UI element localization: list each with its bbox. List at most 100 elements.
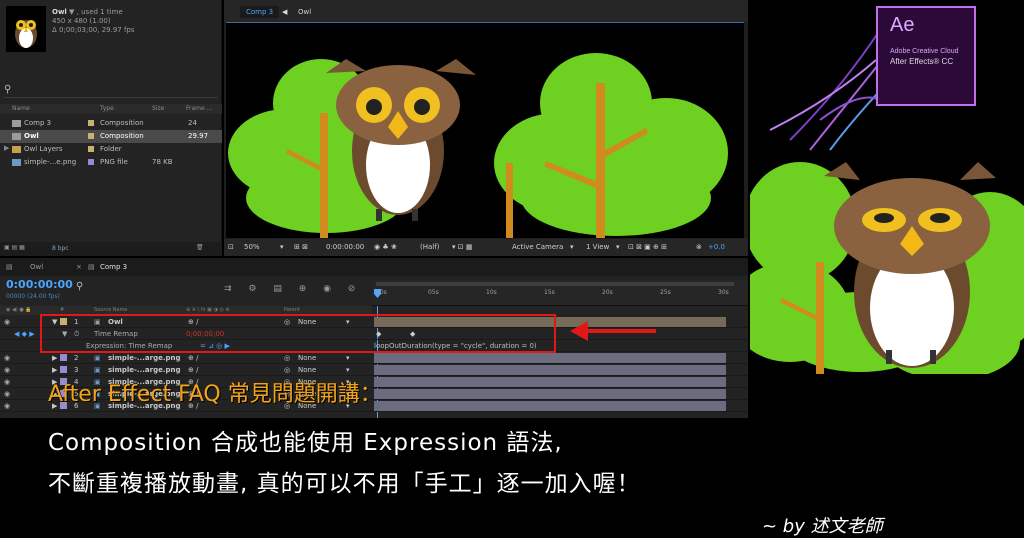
trash-icon[interactable]: 🗑 bbox=[196, 244, 204, 251]
ruler-tick: 10s bbox=[486, 289, 497, 296]
resolution-select[interactable]: (Half) bbox=[420, 243, 439, 251]
project-item-label: simple-...e.png bbox=[24, 158, 77, 166]
label-color-swatch[interactable] bbox=[88, 133, 94, 139]
project-item-owl[interactable]: Owl Composition 29.97 bbox=[0, 130, 222, 143]
time-ruler[interactable]: 00s 05s 10s 15s 20s 25s 30s bbox=[372, 280, 748, 306]
layer-duration-bar[interactable] bbox=[374, 353, 726, 363]
project-item-type: Folder bbox=[100, 145, 122, 153]
composition-canvas[interactable] bbox=[226, 22, 744, 238]
work-area-bar[interactable] bbox=[376, 282, 734, 286]
project-item-list: Comp 3 Composition 24 Owl Composition 29… bbox=[0, 117, 222, 169]
camera-select[interactable]: Active Camera bbox=[512, 243, 563, 251]
eye-icon[interactable]: ◉ bbox=[4, 378, 10, 386]
project-column-header: Name Type Size Frame ... bbox=[0, 104, 222, 114]
project-item-label: Comp 3 bbox=[24, 119, 52, 127]
breadcrumb-owl[interactable]: Owl bbox=[292, 6, 317, 18]
zoom-select[interactable]: 50% bbox=[244, 243, 260, 251]
eye-icon[interactable]: ◉ bbox=[4, 402, 10, 410]
view-layout-select[interactable]: 1 View bbox=[586, 243, 609, 251]
current-time-display[interactable]: 0:00:00:00 bbox=[6, 278, 73, 291]
column-name[interactable]: Name bbox=[12, 105, 30, 112]
project-item-dims: 450 x 480 (1.00) bbox=[52, 17, 111, 25]
layer-switches-header: ⊕ ※ \ fx ▣ ◑ ◎ ⊛ bbox=[186, 307, 230, 313]
search-icon: ⚲ bbox=[4, 84, 12, 95]
eye-icon[interactable]: ◉ bbox=[4, 390, 10, 398]
ae-abbr: Ae bbox=[890, 14, 915, 36]
close-icon[interactable]: × bbox=[76, 263, 82, 271]
timeline-search-input[interactable]: ⚲ bbox=[76, 281, 83, 292]
layer-duration-bar[interactable] bbox=[374, 365, 726, 375]
eye-icon[interactable]: ◉ bbox=[4, 318, 10, 326]
parent-select[interactable]: None bbox=[298, 366, 316, 374]
tab-comp3[interactable]: Comp 3 bbox=[100, 263, 127, 271]
expand-arrow-icon[interactable]: ▶ bbox=[4, 144, 9, 152]
reset-exposure-icon[interactable]: ⊗ bbox=[696, 243, 702, 251]
expression-highlight-box bbox=[40, 314, 556, 353]
viewer-options-icon[interactable]: ⊡ ⊠ ▣ ⊕ ⊞ bbox=[628, 243, 667, 251]
expand-arrow-icon[interactable]: ▶ bbox=[52, 366, 57, 374]
project-item-size: 78 KB bbox=[152, 158, 173, 166]
layer-duration-bar[interactable] bbox=[374, 377, 726, 387]
viewer-timecode[interactable]: 0:00:00:00 bbox=[326, 243, 364, 251]
layer-number: 2 bbox=[74, 354, 79, 362]
owl-thumbnail bbox=[6, 6, 46, 52]
safe-zones-icon[interactable]: ⊞ ⊠ bbox=[294, 243, 308, 251]
shy-switch-icon[interactable]: ⊕ / bbox=[188, 354, 198, 362]
layer-name[interactable]: simple-...arge.png bbox=[108, 366, 181, 374]
exposure-value[interactable]: +0.0 bbox=[708, 243, 725, 251]
parent-pick-whip-icon[interactable]: ◎ bbox=[284, 366, 290, 374]
label-color-swatch[interactable] bbox=[88, 146, 94, 152]
layer-name[interactable]: simple-...arge.png bbox=[108, 354, 181, 362]
parent-select[interactable]: None bbox=[298, 354, 316, 362]
tab-owl[interactable]: Owl bbox=[30, 263, 43, 271]
shy-switch-icon[interactable]: ⊕ / bbox=[188, 366, 198, 374]
parent-dropdown-icon[interactable]: ▾ bbox=[346, 354, 350, 362]
after-effects-logo: Ae Adobe Creative Cloud After Effects® C… bbox=[876, 6, 976, 106]
project-item-frame: 24 bbox=[188, 119, 197, 127]
label-color-swatch[interactable] bbox=[88, 120, 94, 126]
parent-pick-whip-icon[interactable]: ◎ bbox=[284, 354, 290, 362]
ae-product-name: After Effects® CC bbox=[890, 57, 954, 66]
label-color-swatch[interactable] bbox=[60, 366, 67, 373]
view-dropdown-icon[interactable]: ▾ bbox=[616, 243, 620, 251]
eye-icon[interactable]: ◉ bbox=[4, 366, 10, 374]
label-color-swatch[interactable] bbox=[88, 159, 94, 165]
project-item-owl-layers[interactable]: ▶ Owl Layers Folder bbox=[0, 143, 222, 156]
column-frame[interactable]: Frame ... bbox=[186, 105, 212, 112]
eye-icon[interactable]: ◉ bbox=[4, 354, 10, 362]
layer-row[interactable]: ◉ ▶ 2 ▣ simple-...arge.png ⊕ / ◎ None ▾ bbox=[0, 352, 748, 364]
project-item-frame: 29.97 bbox=[188, 132, 209, 140]
menu-icon[interactable]: ▤ bbox=[88, 263, 95, 271]
menu-icon[interactable]: ▤ bbox=[6, 263, 13, 271]
always-preview-icon[interactable]: ⊡ bbox=[228, 243, 234, 251]
layer-duration-bar[interactable] bbox=[374, 401, 726, 411]
interpret-footage-icon[interactable]: ▣ ▤ ▦ bbox=[4, 244, 25, 251]
parent-dropdown-icon[interactable]: ▾ bbox=[346, 366, 350, 374]
column-size[interactable]: Size bbox=[152, 105, 164, 112]
column-parent[interactable]: Parent bbox=[284, 307, 300, 313]
layer-row[interactable]: ◉ ▶ 3 ▣ simple-...arge.png ⊕ / ◎ None ▾ bbox=[0, 364, 748, 376]
camera-dropdown-icon[interactable]: ▾ bbox=[570, 243, 574, 251]
ruler-tick: 15s bbox=[544, 289, 555, 296]
layer-duration-bar[interactable] bbox=[374, 389, 726, 399]
expand-arrow-icon[interactable]: ▶ bbox=[52, 354, 57, 362]
zoom-dropdown-icon[interactable]: ▾ bbox=[280, 243, 284, 251]
project-item-comp3[interactable]: Comp 3 Composition 24 bbox=[0, 117, 222, 130]
project-search-input[interactable]: ⚲ bbox=[4, 84, 218, 98]
column-source-name[interactable]: Source Name bbox=[94, 307, 128, 313]
caption-line-1: Composition 合成也能使用 Expression 語法, bbox=[48, 430, 563, 456]
column-type[interactable]: Type bbox=[100, 105, 114, 112]
project-item-type: Composition bbox=[100, 119, 144, 127]
label-color-swatch[interactable] bbox=[60, 354, 67, 361]
project-item-png[interactable]: simple-...e.png PNG file 78 KB bbox=[0, 156, 222, 169]
layer-number: 3 bbox=[74, 366, 79, 374]
ruler-tick: 25s bbox=[660, 289, 671, 296]
keyframe-navigator-icon[interactable]: ◀ ◆ ▶ bbox=[14, 330, 35, 338]
snapshot-icon[interactable]: ◉ ♣ ❀ bbox=[374, 243, 397, 251]
column-number: # bbox=[60, 307, 65, 313]
tab-comp3[interactable]: Comp 3 bbox=[240, 6, 280, 18]
arrow-left-icon[interactable]: ◀ bbox=[282, 8, 287, 16]
bit-depth-label[interactable]: 8 bpc bbox=[52, 245, 69, 252]
region-icon[interactable]: ▾ ⊡ ▦ bbox=[452, 243, 472, 251]
project-item-info: Owl ▼ , used 1 time 450 x 480 (1.00) Δ 0… bbox=[52, 8, 135, 34]
